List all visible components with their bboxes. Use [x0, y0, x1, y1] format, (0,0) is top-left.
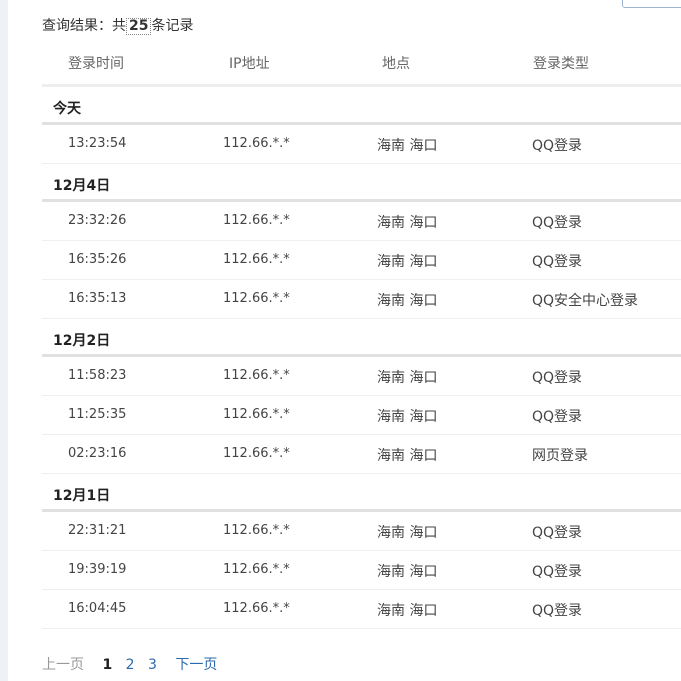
cell-time: 16:04:45 [68, 601, 127, 616]
page-link-3[interactable]: 3 [148, 657, 157, 673]
cell-type: QQ登录 [532, 564, 583, 580]
cell-ip: 112.66.*.* [223, 562, 290, 577]
cell-location: 海南 海口 [377, 215, 438, 231]
next-page-link[interactable]: 下一页 [175, 657, 217, 673]
date-group-header: 12月2日 [42, 319, 681, 357]
cell-type: QQ登录 [532, 215, 583, 231]
cell-location: 海南 海口 [377, 409, 438, 425]
pagination: 上一页 1 2 3 下一页 [42, 654, 226, 674]
cell-type: QQ登录 [532, 370, 583, 386]
cell-location: 海南 海口 [377, 564, 438, 580]
group-date: 今天 [53, 101, 81, 117]
prev-page-link: 上一页 [42, 657, 84, 673]
cell-ip: 112.66.*.* [223, 136, 290, 151]
cell-time: 22:31:21 [68, 523, 127, 538]
left-border-strip [0, 0, 8, 681]
top-right-button-edge[interactable] [622, 0, 681, 8]
date-group-header: 今天 [42, 87, 681, 125]
group-date: 12月2日 [53, 333, 111, 349]
cell-time: 23:32:26 [68, 213, 127, 228]
cell-type: QQ登录 [532, 603, 583, 619]
cell-ip: 112.66.*.* [223, 291, 290, 306]
column-header-type: 登录类型 [533, 56, 589, 72]
login-history-table: 登录时间 IP地址 地点 登录类型 今天 13:23:54 112.66.*.*… [42, 42, 681, 629]
cell-location: 海南 海口 [377, 448, 438, 464]
cell-ip: 112.66.*.* [223, 213, 290, 228]
query-summary: 查询结果：共 25 条记录 [42, 15, 193, 35]
cell-location: 海南 海口 [377, 370, 438, 386]
cell-ip: 112.66.*.* [223, 446, 290, 461]
cell-ip: 112.66.*.* [223, 523, 290, 538]
table-row: 11:58:23 112.66.*.* 海南 海口 QQ登录 [42, 357, 681, 396]
cell-time: 16:35:26 [68, 252, 127, 267]
cell-time: 19:39:19 [68, 562, 127, 577]
cell-time: 11:58:23 [68, 368, 127, 383]
cell-ip: 112.66.*.* [223, 368, 290, 383]
cell-ip: 112.66.*.* [223, 407, 290, 422]
cell-time: 16:35:13 [68, 291, 127, 306]
cell-ip: 112.66.*.* [223, 252, 290, 267]
cell-ip: 112.66.*.* [223, 601, 290, 616]
table-row: 16:04:45 112.66.*.* 海南 海口 QQ登录 [42, 590, 681, 629]
table-row: 23:32:26 112.66.*.* 海南 海口 QQ登录 [42, 202, 681, 241]
cell-location: 海南 海口 [377, 254, 438, 270]
cell-type: QQ登录 [532, 254, 583, 270]
table-row: 22:31:21 112.66.*.* 海南 海口 QQ登录 [42, 512, 681, 551]
cell-time: 02:23:16 [68, 446, 127, 461]
cell-location: 海南 海口 [377, 603, 438, 619]
table-row: 16:35:13 112.66.*.* 海南 海口 QQ安全中心登录 [42, 280, 681, 319]
cell-time: 13:23:54 [68, 136, 127, 151]
table-row: 13:23:54 112.66.*.* 海南 海口 QQ登录 [42, 125, 681, 164]
date-group-header: 12月1日 [42, 474, 681, 512]
table-row: 02:23:16 112.66.*.* 海南 海口 网页登录 [42, 435, 681, 474]
group-date: 12月1日 [53, 488, 111, 504]
cell-time: 11:25:35 [68, 407, 127, 422]
cell-type: QQ安全中心登录 [532, 293, 639, 309]
column-header-location: 地点 [382, 56, 410, 72]
group-date: 12月4日 [53, 178, 111, 194]
cell-type: QQ登录 [532, 409, 583, 425]
cell-type: QQ登录 [532, 525, 583, 541]
cell-type: 网页登录 [532, 448, 588, 464]
cell-type: QQ登录 [532, 138, 583, 154]
page-link-2[interactable]: 2 [126, 657, 135, 673]
table-header: 登录时间 IP地址 地点 登录类型 [42, 42, 681, 87]
column-header-ip: IP地址 [229, 56, 270, 72]
cell-location: 海南 海口 [377, 138, 438, 154]
current-page: 1 [102, 657, 113, 673]
summary-suffix: 条记录 [151, 18, 194, 34]
column-header-time: 登录时间 [68, 56, 124, 72]
table-row: 16:35:26 112.66.*.* 海南 海口 QQ登录 [42, 241, 681, 280]
table-row: 11:25:35 112.66.*.* 海南 海口 QQ登录 [42, 396, 681, 435]
table-row: 19:39:19 112.66.*.* 海南 海口 QQ登录 [42, 551, 681, 590]
date-group-header: 12月4日 [42, 164, 681, 202]
cell-location: 海南 海口 [377, 293, 438, 309]
record-count: 25 [126, 18, 152, 35]
summary-prefix: 查询结果：共 [42, 18, 126, 34]
cell-location: 海南 海口 [377, 525, 438, 541]
